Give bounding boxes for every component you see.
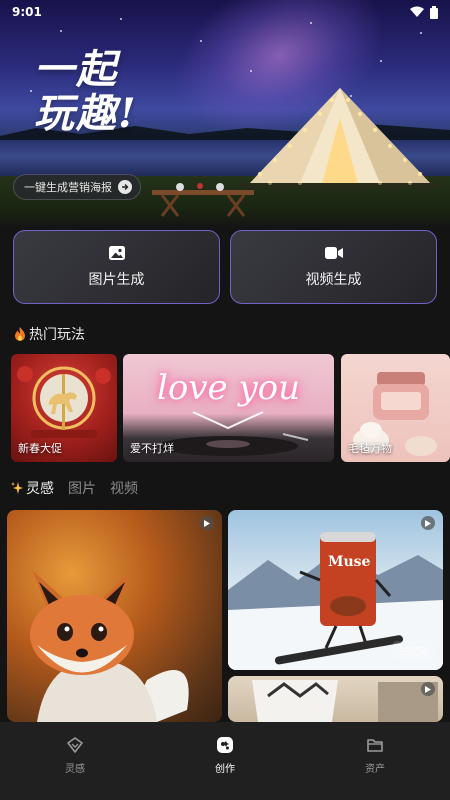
tab-inspiration[interactable]: 灵感 [10, 478, 54, 498]
wifi-icon [410, 6, 424, 17]
nav-inspiration-label: 灵感 [65, 764, 85, 775]
nav-create[interactable]: 创作 [150, 722, 300, 800]
nav-assets-label: 资产 [365, 764, 385, 775]
nav-inspiration[interactable]: 灵感 [0, 722, 150, 800]
folder-icon [367, 739, 383, 752]
hot-card-love[interactable]: love you 爱不打烊 [123, 354, 334, 462]
arrow-right-icon [118, 180, 132, 194]
image-icon [108, 246, 125, 260]
video-generate-button[interactable]: 视频生成 [230, 230, 437, 304]
create-icon [217, 737, 233, 753]
picnic-table [152, 183, 254, 217]
sparkle-icon [11, 482, 23, 494]
hot-card-felt[interactable]: 毛毡万物 [341, 354, 450, 462]
can-brand-text: Muse [328, 554, 371, 570]
hot-card-spring-sale[interactable]: 新春大促 [11, 354, 117, 462]
tag-icon [67, 737, 83, 753]
feed-card-muse[interactable]: Muse 试同款 [228, 510, 443, 670]
hero-title: 一起 玩趣! [34, 48, 194, 136]
status-bar: 9:01 [0, 0, 450, 24]
hot-section-label: 热门玩法 [29, 327, 85, 343]
hot-card-label: 毛毡万物 [348, 442, 392, 455]
tab-video[interactable]: 视频 [110, 478, 138, 498]
feed-card-fox[interactable] [7, 510, 222, 722]
image-generate-button[interactable]: 图片生成 [13, 230, 220, 304]
tab-inspiration-label: 灵感 [26, 481, 54, 497]
fox-illustration [30, 570, 189, 722]
play-icon [200, 516, 214, 530]
bottom-nav: 灵感 创作 资产 [0, 722, 450, 800]
hero-title-line2: 玩趣! [34, 90, 138, 137]
video-generate-label: 视频生成 [305, 272, 362, 288]
paper-cup-illustration [252, 680, 438, 722]
fire-icon [15, 327, 25, 341]
play-icon [421, 682, 435, 696]
tab-image[interactable]: 图片 [68, 478, 96, 498]
hot-card-label: 爱不打烊 [130, 442, 174, 455]
image-generate-label: 图片生成 [88, 272, 145, 288]
poster-button-label: 一键生成营销海报 [24, 181, 112, 194]
status-time: 9:01 [12, 5, 42, 19]
hot-section-title: 热门玩法 [13, 324, 85, 344]
feed-card-cup[interactable] [228, 676, 443, 722]
try-same-badge[interactable]: 试同款 [393, 641, 435, 660]
battery-icon [430, 5, 438, 19]
nav-assets[interactable]: 资产 [300, 722, 450, 800]
feed-tabs: 灵感 图片 视频 [10, 478, 138, 498]
hero-title-line1: 一起 [34, 46, 118, 93]
play-icon [421, 516, 435, 530]
hot-card-label: 新春大促 [18, 442, 62, 455]
hero-banner[interactable]: 9:01 一起 玩趣! 一键生成营销海报 [0, 0, 450, 228]
tent-illustration [240, 88, 440, 189]
nav-create-label: 创作 [215, 764, 235, 775]
video-camera-icon [324, 247, 343, 259]
generate-poster-button[interactable]: 一键生成营销海报 [13, 174, 141, 200]
